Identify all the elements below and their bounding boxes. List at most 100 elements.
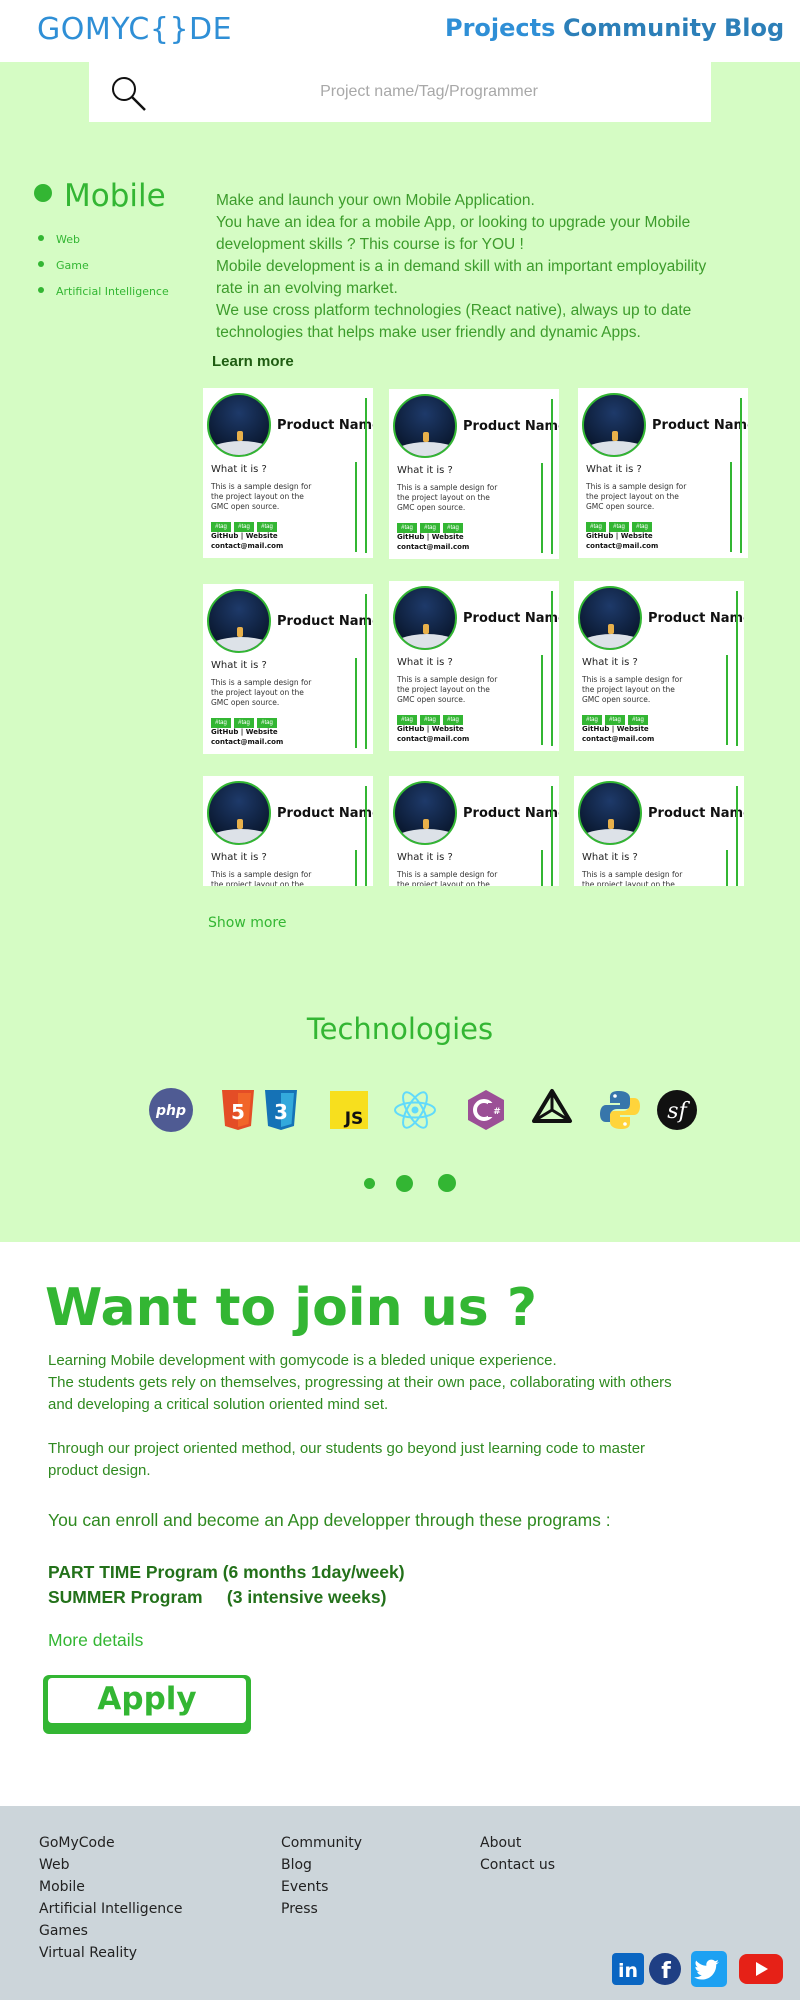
card-accent-line	[551, 786, 553, 886]
product-name: Product Name	[463, 419, 559, 434]
card-description: This is a sample design for the project …	[397, 870, 498, 886]
project-avatar	[207, 589, 271, 653]
card-email[interactable]: contact@mail.com	[582, 734, 654, 744]
project-avatar	[207, 781, 271, 845]
footer-link[interactable]: About	[480, 1832, 555, 1854]
astronaut-icon	[237, 819, 243, 829]
project-card[interactable]: Product Name What it is ? This is a sample…	[203, 776, 373, 886]
css3-icon: 3	[265, 1090, 297, 1130]
project-avatar	[578, 781, 642, 845]
search-input[interactable]	[209, 77, 649, 107]
project-card[interactable]: Product Name What it is ? This is a sample…	[574, 581, 744, 751]
card-accent-line	[541, 655, 543, 745]
card-description: This is a sample design for the project …	[397, 483, 498, 512]
footer-link[interactable]: GoMyCode	[39, 1832, 183, 1854]
card-github-website[interactable]: GitHub | Website	[397, 724, 469, 734]
project-card[interactable]: Product Name What it is ? This is a sample…	[203, 584, 373, 754]
technologies-title: Technologies	[306, 1012, 494, 1046]
card-accent-line	[365, 398, 367, 553]
card-links: GitHub | Website contact@mail.com	[211, 727, 283, 747]
footer-link[interactable]: Community	[281, 1832, 362, 1854]
nav-projects[interactable]: Projects	[445, 14, 555, 42]
join-paragraph: Through our project oriented method, our…	[48, 1440, 646, 1479]
pager-dot[interactable]	[438, 1174, 456, 1192]
card-subtitle: What it is ?	[582, 657, 638, 668]
linkedin-icon[interactable]: in	[611, 1952, 645, 1986]
course-description: Make and launch your own Mobile Applicat…	[216, 190, 736, 344]
learn-more-link[interactable]: Learn more	[212, 353, 294, 370]
card-github-website[interactable]: GitHub | Website	[397, 532, 469, 542]
sidebar-item-web[interactable]: Web	[38, 232, 169, 258]
card-subtitle: What it is ?	[586, 464, 642, 475]
nav-community[interactable]: Community	[563, 14, 717, 42]
svg-text:3: 3	[274, 1100, 288, 1124]
pager-dot[interactable]	[396, 1175, 413, 1192]
card-accent-line	[355, 850, 357, 886]
card-github-website[interactable]: GitHub | Website	[211, 727, 283, 737]
show-more-link[interactable]: Show more	[208, 915, 287, 931]
card-accent-line	[355, 462, 357, 552]
project-card[interactable]: Product Name What it is ? This is a sample…	[389, 776, 559, 886]
project-avatar	[207, 393, 271, 457]
card-email[interactable]: contact@mail.com	[397, 734, 469, 744]
search-icon[interactable]	[109, 74, 149, 114]
card-email[interactable]: contact@mail.com	[211, 541, 283, 551]
footer-link[interactable]: Events	[281, 1876, 362, 1898]
footer-link[interactable]: Press	[281, 1898, 362, 1920]
footer-link[interactable]: Games	[39, 1920, 183, 1942]
footer-link[interactable]: Artificial Intelligence	[39, 1898, 183, 1920]
card-github-website[interactable]: GitHub | Website	[211, 531, 283, 541]
youtube-icon[interactable]	[738, 1951, 784, 1987]
project-avatar	[582, 393, 646, 457]
symfony-icon: sf	[657, 1090, 697, 1130]
join-description: Learning Mobile development with gomycod…	[48, 1350, 688, 1482]
card-accent-line	[726, 850, 728, 886]
card-accent-line	[541, 463, 543, 553]
card-subtitle: What it is ?	[397, 465, 453, 476]
product-name: Product Name	[463, 611, 559, 626]
footer-link[interactable]: Contact us	[480, 1854, 555, 1876]
card-email[interactable]: contact@mail.com	[586, 541, 658, 551]
card-accent-line	[355, 658, 357, 748]
program-list: PART TIME Program (6 months 1day/week) S…	[48, 1560, 405, 1610]
facebook-icon[interactable]: f	[648, 1952, 682, 1986]
project-card[interactable]: Product Name What it is ? This is a sample…	[389, 581, 559, 751]
twitter-icon[interactable]	[690, 1950, 728, 1988]
product-name: Product Name	[277, 418, 373, 433]
card-github-website[interactable]: GitHub | Website	[586, 531, 658, 541]
pager-dot[interactable]	[364, 1178, 375, 1189]
card-github-website[interactable]: GitHub | Website	[582, 724, 654, 734]
astronaut-icon	[237, 431, 243, 441]
project-card[interactable]: Product Name What it is ? This is a sample…	[578, 388, 748, 558]
footer-column-3: About Contact us	[480, 1832, 555, 1876]
astronaut-icon	[608, 624, 614, 634]
project-card[interactable]: Product Name What it is ? This is a sample…	[203, 388, 373, 558]
sidebar-item-game[interactable]: Game	[38, 258, 169, 284]
card-subtitle: What it is ?	[211, 852, 267, 863]
product-name: Product Name	[277, 806, 373, 821]
php-icon: php	[149, 1088, 193, 1132]
project-card[interactable]: Product Name What it is ? This is a sample…	[389, 389, 559, 559]
footer-link[interactable]: Blog	[281, 1854, 362, 1876]
card-email[interactable]: contact@mail.com	[211, 737, 283, 747]
astronaut-icon	[423, 432, 429, 442]
apply-button[interactable]: Apply	[43, 1675, 251, 1734]
card-description: This is a sample design for the project …	[211, 482, 312, 511]
svg-text:5: 5	[231, 1100, 245, 1124]
logo[interactable]: GOMYC{}DE	[37, 12, 232, 47]
python-icon	[600, 1091, 640, 1129]
nav-blog[interactable]: Blog	[724, 14, 784, 42]
card-accent-line	[365, 594, 367, 749]
product-name: Product Name	[463, 806, 559, 821]
sidebar-item-ai[interactable]: Artificial Intelligence	[38, 284, 169, 310]
card-accent-line	[736, 786, 738, 886]
footer-link[interactable]: Virtual Reality	[39, 1942, 183, 1964]
project-card[interactable]: Product Name What it is ? This is a sample…	[574, 776, 744, 886]
card-links: GitHub | Website contact@mail.com	[586, 531, 658, 551]
card-email[interactable]: contact@mail.com	[397, 542, 469, 552]
card-subtitle: What it is ?	[397, 852, 453, 863]
astronaut-icon	[423, 819, 429, 829]
footer-link[interactable]: Web	[39, 1854, 183, 1876]
footer-link[interactable]: Mobile	[39, 1876, 183, 1898]
more-details-link[interactable]: More details	[48, 1630, 143, 1651]
